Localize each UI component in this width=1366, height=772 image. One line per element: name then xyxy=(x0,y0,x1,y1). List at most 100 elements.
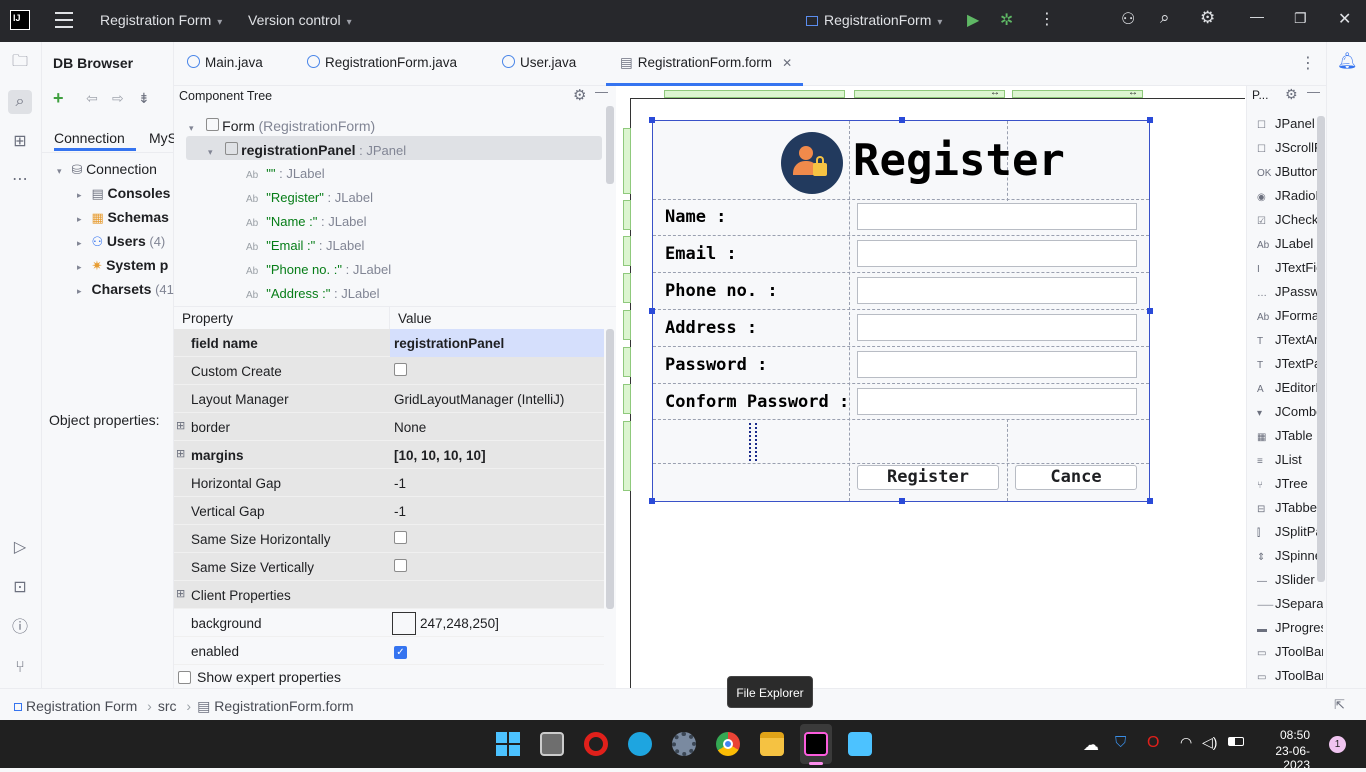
forward-icon[interactable]: ⇨ xyxy=(112,90,124,107)
tree-system[interactable]: ▸ ✷ System p xyxy=(77,257,168,274)
resize-handle[interactable] xyxy=(899,498,905,504)
palette-item[interactable]: ▾ JCombol xyxy=(1257,404,1323,419)
prop-row-custom-create[interactable]: Custom Create xyxy=(174,357,604,385)
palette-item[interactable]: ⇕ JSpinner xyxy=(1257,548,1323,563)
prop-value[interactable]: -1 xyxy=(394,476,406,491)
palette-item[interactable]: Ab JFormatt xyxy=(1257,308,1323,323)
palette-item[interactable]: ⫿ JSplitPan xyxy=(1257,524,1323,539)
palette-item[interactable]: ⑂ JTree xyxy=(1257,476,1323,491)
tree-registration-panel[interactable]: ▾ registrationPanel : JPanel xyxy=(208,142,406,158)
resize-handle[interactable] xyxy=(1147,117,1153,123)
breadcrumb-item-src[interactable]: src xyxy=(158,698,177,714)
palette-item[interactable]: T JTextArea xyxy=(1257,332,1323,347)
more-icon[interactable]: ⋮ xyxy=(1039,9,1055,29)
more-tools-icon[interactable]: ⋯ xyxy=(10,170,30,190)
enabled-checkbox[interactable]: ✓ xyxy=(394,646,407,659)
structure-icon[interactable]: ⊞ xyxy=(10,132,30,152)
intellij-taskbar-icon[interactable] xyxy=(804,732,828,756)
intellij-logo-icon[interactable]: IJ xyxy=(10,10,30,30)
palette-item[interactable]: ☐ JPanel xyxy=(1257,116,1323,131)
tabs-more-icon[interactable]: ⋮ xyxy=(1300,53,1316,73)
column-header-2[interactable]: ↔ xyxy=(1012,87,1143,98)
custom-create-checkbox[interactable] xyxy=(394,363,407,376)
security-icon[interactable]: ⛉ xyxy=(1115,734,1126,751)
tree-label-1[interactable]: Ab "Register" : JLabel xyxy=(246,190,373,205)
palette-item[interactable]: ▭ JToolBar xyxy=(1257,644,1323,659)
prop-value[interactable]: -1 xyxy=(394,504,406,519)
volume-icon[interactable]: ◁) xyxy=(1202,734,1217,751)
notepad-icon[interactable] xyxy=(848,732,872,756)
show-expert-toggle[interactable]: Show expert properties xyxy=(178,669,341,685)
tab-connection[interactable]: Connection xyxy=(54,130,125,146)
expand-icon[interactable]: ⊞ xyxy=(176,587,185,600)
registration-panel[interactable]: Register Name : Email : Phone no. : Addr… xyxy=(649,117,1153,504)
column-header-0[interactable] xyxy=(664,90,845,98)
palette-item[interactable]: — JSlider xyxy=(1257,572,1323,587)
minimize-panel-icon[interactable]: — xyxy=(595,84,608,99)
edge-icon[interactable] xyxy=(628,732,652,756)
cancel-button[interactable]: Cance xyxy=(1015,465,1137,490)
resize-handle[interactable] xyxy=(899,117,905,123)
notifications-icon[interactable]: 🔔︎ xyxy=(1337,52,1357,72)
prop-value[interactable]: GridLayoutManager (IntelliJ) xyxy=(394,392,564,407)
tree-label-4[interactable]: Ab "Phone no. :" : JLabel xyxy=(246,262,391,277)
expand-icon[interactable]: ⇱ xyxy=(1334,697,1345,713)
onedrive-icon[interactable]: ☁ xyxy=(1083,735,1099,755)
palette-item[interactable]: ◉ JRadioBu xyxy=(1257,188,1323,203)
breadcrumb-item-file[interactable]: RegistrationForm.form xyxy=(214,698,353,714)
palette-item[interactable]: ≡ JList xyxy=(1257,452,1323,467)
tree-form[interactable]: ▾ Form (RegistrationForm) xyxy=(189,118,375,134)
tree-users[interactable]: ▸ ⚇ Users (4) xyxy=(77,233,165,250)
phone-field[interactable] xyxy=(857,277,1137,304)
tree-label-5[interactable]: Ab "Address :" : JLabel xyxy=(246,286,380,298)
same-size-v-checkbox[interactable] xyxy=(394,559,407,572)
row-header-0[interactable] xyxy=(623,128,631,194)
color-swatch[interactable] xyxy=(392,612,416,635)
opera-tray-icon[interactable]: O xyxy=(1147,734,1159,752)
prop-row-field-name[interactable]: field name registrationPanel xyxy=(174,329,604,357)
run-config-selector[interactable]: RegistrationForm ▾ xyxy=(806,12,942,28)
gear-icon[interactable]: ⚙ xyxy=(573,86,586,104)
project-selector[interactable]: Registration Form ▾ xyxy=(100,12,222,28)
resize-handle[interactable] xyxy=(649,308,655,314)
vcs-selector[interactable]: Version control ▾ xyxy=(248,12,352,28)
main-menu-icon[interactable] xyxy=(55,12,73,28)
tree-label-0[interactable]: Ab "" : JLabel xyxy=(246,166,325,181)
tree-schemas[interactable]: ▸ ▦ Schemas xyxy=(77,209,169,226)
expand-icon[interactable]: ⊞ xyxy=(176,419,185,432)
row-header-2[interactable] xyxy=(623,236,631,266)
vertical-spacer[interactable] xyxy=(749,423,757,461)
services-icon[interactable]: ▷ xyxy=(10,538,30,558)
address-field[interactable] xyxy=(857,314,1137,341)
row-header-4[interactable] xyxy=(623,310,631,340)
file-explorer-icon[interactable] xyxy=(760,732,784,756)
minimize-panel-icon[interactable]: — xyxy=(1307,84,1320,99)
task-view-icon[interactable] xyxy=(540,732,564,756)
run-icon[interactable]: ▶ xyxy=(967,10,979,30)
tab-mysql[interactable]: MyS xyxy=(149,130,177,146)
resize-handle[interactable] xyxy=(649,498,655,504)
resize-handle[interactable] xyxy=(1147,308,1153,314)
chrome-icon[interactable] xyxy=(716,732,740,756)
row-header-5[interactable] xyxy=(623,347,631,377)
prop-value[interactable]: None xyxy=(394,420,426,435)
palette-item[interactable]: OK JButton xyxy=(1257,164,1323,179)
palette-scrollbar[interactable] xyxy=(1317,116,1325,582)
problems-icon[interactable]: ⓘ xyxy=(10,618,30,638)
confirm-password-field[interactable] xyxy=(857,388,1137,415)
row-header-7[interactable] xyxy=(623,421,631,491)
palette-item[interactable]: ⊟ JTabbedF xyxy=(1257,500,1323,515)
name-field[interactable] xyxy=(857,203,1137,230)
breadcrumb-item-project[interactable]: Registration Form xyxy=(26,698,137,714)
password-field[interactable] xyxy=(857,351,1137,378)
close-icon[interactable]: ✕ xyxy=(1338,9,1351,29)
prop-row-enabled[interactable]: enabled ✓ xyxy=(174,637,604,665)
restore-icon[interactable]: ❐ xyxy=(1294,10,1307,27)
battery-icon[interactable] xyxy=(1228,737,1244,746)
props-scrollbar[interactable] xyxy=(606,329,614,609)
db-browser-icon[interactable]: ⌕ xyxy=(8,90,32,114)
tab-main-java[interactable]: Main.java xyxy=(187,55,263,70)
settings-app-icon[interactable] xyxy=(672,732,696,756)
settings-icon[interactable]: ⚙ xyxy=(1200,8,1215,28)
clock[interactable]: 08:50 23-06-2023 xyxy=(1258,728,1310,772)
